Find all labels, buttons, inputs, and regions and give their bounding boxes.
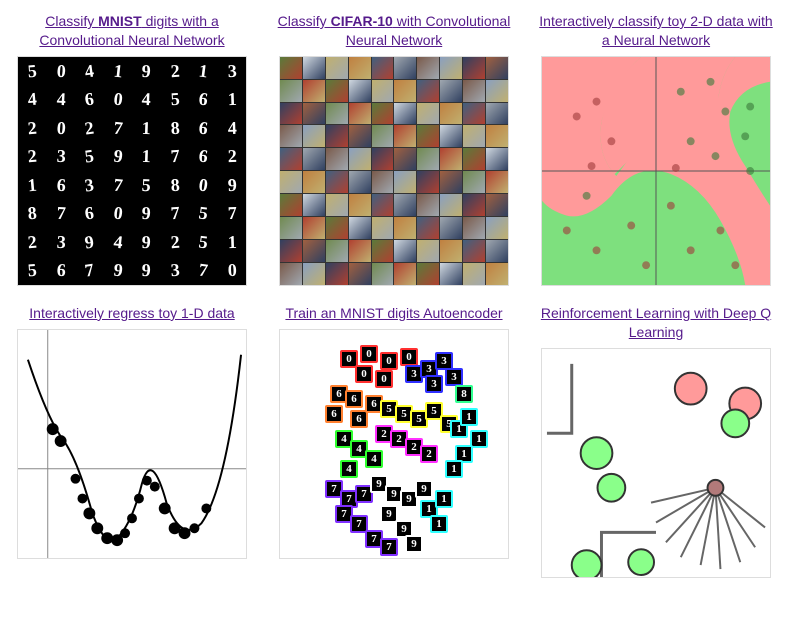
- card-link-autoencoder[interactable]: Train an MNIST digits Autoencoder: [285, 304, 502, 323]
- demos-grid: Classify MNIST digits with a Convolution…: [12, 12, 776, 578]
- card-regress1d: Interactively regress toy 1-D data: [12, 304, 252, 578]
- card-link-toy2d[interactable]: Interactively classify toy 2-D data with…: [536, 12, 776, 50]
- thumb-regress1d: [17, 329, 247, 559]
- title-text: Train an MNIST digits Autoencoder: [285, 305, 502, 321]
- thumb-toy2d: [541, 56, 771, 286]
- title-bold: CIFAR-10: [331, 13, 393, 29]
- title-pre: Classify: [278, 13, 331, 29]
- regress-plot: [18, 330, 246, 558]
- title-pre: Classify: [45, 13, 98, 29]
- thumb-autoencoder: 0000003333386666655555111112222444477777…: [279, 329, 509, 559]
- toy2d-plot: [542, 57, 770, 285]
- thumb-mnist: 5041921344604561202718642359176216375809…: [17, 56, 247, 286]
- title-bold: MNIST: [98, 13, 142, 29]
- card-mnist-cnn: Classify MNIST digits with a Convolution…: [12, 12, 252, 286]
- rl-plot: [542, 349, 770, 577]
- title-text: Reinforcement Learning with Deep Q Learn…: [541, 305, 771, 340]
- card-link-rl-dqn[interactable]: Reinforcement Learning with Deep Q Learn…: [536, 304, 776, 342]
- card-autoencoder: Train an MNIST digits Autoencoder 000000…: [274, 304, 514, 578]
- card-link-mnist-cnn[interactable]: Classify MNIST digits with a Convolution…: [12, 12, 252, 50]
- card-link-cifar-cnn[interactable]: Classify CIFAR-10 with Convolutional Neu…: [274, 12, 514, 50]
- title-text: Interactively regress toy 1-D data: [29, 305, 234, 321]
- card-link-regress1d[interactable]: Interactively regress toy 1-D data: [29, 304, 234, 323]
- card-toy2d: Interactively classify toy 2-D data with…: [536, 12, 776, 286]
- card-cifar-cnn: Classify CIFAR-10 with Convolutional Neu…: [274, 12, 514, 286]
- thumb-cifar: [279, 56, 509, 286]
- thumb-rl: [541, 348, 771, 578]
- card-rl-dqn: Reinforcement Learning with Deep Q Learn…: [536, 304, 776, 578]
- title-text: Interactively classify toy 2-D data with…: [539, 13, 772, 48]
